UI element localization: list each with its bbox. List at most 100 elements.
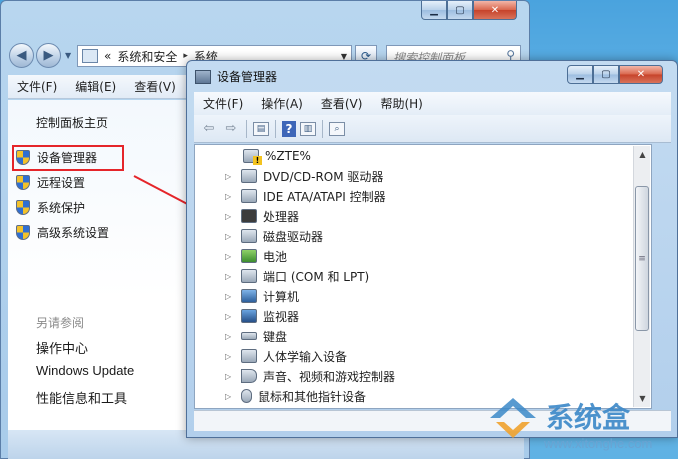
scrollbar-thumb[interactable]: ≡: [635, 186, 649, 331]
ide-controller-icon: [241, 189, 257, 203]
highlight-box: [12, 145, 124, 171]
task-remote-settings[interactable]: 远程设置: [16, 174, 85, 191]
expand-arrow-icon[interactable]: ▷: [225, 292, 235, 301]
watermark-url: www.xitonghe.com: [544, 436, 653, 451]
tree-item-label[interactable]: 处理器: [263, 208, 299, 225]
scan-hardware-icon[interactable]: ⌕: [329, 121, 345, 136]
minimize-button[interactable]: ▁: [567, 65, 593, 84]
menu-action[interactable]: 操作(A): [252, 95, 312, 112]
device-manager-icon: [195, 69, 211, 84]
tree-item-dvd[interactable]: ▷ DVD/CD-ROM 驱动器: [225, 167, 383, 185]
control-panel-home-link[interactable]: 控制面板主页: [36, 114, 108, 131]
tree-item-label[interactable]: 声音、视频和游戏控制器: [263, 368, 395, 385]
tree-item-monitor[interactable]: ▷ 监视器: [225, 307, 299, 325]
vertical-scrollbar[interactable]: ▲ ≡ ▼: [633, 146, 650, 407]
help-icon[interactable]: ?: [282, 120, 296, 137]
see-also-performance-tools[interactable]: 性能信息和工具: [36, 388, 127, 407]
tree-item-label[interactable]: 磁盘驱动器: [263, 228, 323, 245]
expand-arrow-icon[interactable]: ▷: [225, 192, 235, 201]
expand-arrow-icon[interactable]: ▷: [225, 212, 235, 221]
tree-item-label[interactable]: 键盘: [263, 328, 287, 345]
expand-arrow-icon[interactable]: ▷: [225, 352, 235, 361]
menu-file[interactable]: 文件(F): [194, 95, 252, 112]
tree-item-label[interactable]: IDE ATA/ATAPI 控制器: [263, 188, 386, 205]
scroll-up-icon[interactable]: ▲: [634, 146, 651, 163]
expand-arrow-icon[interactable]: ▷: [225, 312, 235, 321]
warning-device-icon: [243, 149, 262, 165]
close-button[interactable]: ✕: [619, 65, 663, 84]
tree-item-label[interactable]: 计算机: [263, 288, 299, 305]
back-arrow-icon[interactable]: ⇦: [200, 120, 218, 138]
task-label[interactable]: 远程设置: [37, 174, 85, 191]
see-also-windows-update[interactable]: Windows Update: [36, 363, 134, 378]
device-manager-toolbar: ⇦ ⇨ ▤ ? ▥ ⌕: [194, 115, 671, 143]
tree-item-sound[interactable]: ▷ 声音、视频和游戏控制器: [225, 367, 395, 385]
tree-item-label[interactable]: 人体学输入设备: [263, 348, 347, 365]
toolbar-separator: [246, 119, 247, 138]
port-icon: [241, 269, 257, 283]
close-button[interactable]: ✕: [473, 1, 517, 20]
task-label[interactable]: 系统保护: [37, 199, 85, 216]
device-manager-caption-buttons: ▁ ▢ ✕: [567, 65, 663, 85]
properties-icon[interactable]: ▥: [300, 121, 316, 136]
tree-item-mouse[interactable]: ▷ 鼠标和其他指针设备: [225, 387, 366, 405]
expand-arrow-icon[interactable]: ▷: [225, 272, 235, 281]
maximize-button[interactable]: ▢: [593, 65, 619, 84]
tree-item-zte[interactable]: %ZTE%: [243, 147, 311, 165]
breadcrumb-separator[interactable]: ▸: [183, 51, 188, 61]
expand-arrow-icon[interactable]: ▷: [225, 392, 235, 401]
sound-icon: [241, 369, 257, 383]
task-system-protection[interactable]: 系统保护: [16, 199, 85, 216]
expand-arrow-icon[interactable]: ▷: [225, 252, 235, 261]
menu-view[interactable]: 查看(V): [125, 78, 185, 95]
tree-item-label[interactable]: 端口 (COM 和 LPT): [263, 268, 369, 285]
menu-view[interactable]: 查看(V): [312, 95, 372, 112]
back-button[interactable]: ◀: [9, 43, 34, 68]
tree-item-processor[interactable]: ▷ 处理器: [225, 207, 299, 225]
hid-icon: [241, 349, 257, 363]
monitor-icon: [241, 309, 257, 323]
tree-item-label[interactable]: 电池: [263, 248, 287, 265]
dvd-drive-icon: [241, 169, 257, 183]
tree-item-ports[interactable]: ▷ 端口 (COM 和 LPT): [225, 267, 369, 285]
forward-button[interactable]: ▶: [36, 43, 61, 68]
maximize-button[interactable]: ▢: [447, 1, 473, 20]
see-also-heading: 另请参阅: [36, 316, 85, 330]
tree-item-ide[interactable]: ▷ IDE ATA/ATAPI 控制器: [225, 187, 386, 205]
tree-item-keyboard[interactable]: ▷ 键盘: [225, 327, 287, 345]
address-root-chevron[interactable]: «: [104, 49, 111, 63]
task-advanced-settings[interactable]: 高级系统设置: [16, 224, 109, 241]
tree-item-label[interactable]: DVD/CD-ROM 驱动器: [263, 168, 383, 185]
tree-item-battery[interactable]: ▷ 电池: [225, 247, 287, 265]
task-label[interactable]: 高级系统设置: [37, 224, 109, 241]
menu-edit[interactable]: 编辑(E): [66, 78, 125, 95]
expand-arrow-icon[interactable]: ▷: [225, 172, 235, 181]
see-also-action-center[interactable]: 操作中心: [36, 338, 88, 357]
uac-shield-icon: [16, 225, 30, 240]
control-panel-icon: [82, 49, 98, 63]
control-panel-caption-buttons: ▁ ▢ ✕: [421, 1, 517, 21]
forward-arrow-icon[interactable]: ⇨: [222, 120, 240, 138]
tree-item-label[interactable]: 鼠标和其他指针设备: [258, 388, 366, 405]
battery-icon: [241, 249, 257, 263]
expand-arrow-icon[interactable]: ▷: [225, 372, 235, 381]
watermark-brand: 系统盒: [546, 401, 631, 434]
menu-help[interactable]: 帮助(H): [371, 95, 431, 112]
expand-arrow-icon[interactable]: ▷: [225, 232, 235, 241]
show-hide-tree-icon[interactable]: ▤: [253, 121, 269, 136]
watermark-logo-icon: [490, 398, 536, 438]
minimize-button[interactable]: ▁: [421, 1, 447, 20]
expand-arrow-icon[interactable]: ▷: [225, 332, 235, 341]
breadcrumb-system-security[interactable]: 系统和安全: [117, 48, 177, 65]
tree-item-computer[interactable]: ▷ 计算机: [225, 287, 299, 305]
tree-item-label[interactable]: %ZTE%: [265, 149, 311, 163]
tree-item-hid[interactable]: ▷ 人体学输入设备: [225, 347, 347, 365]
uac-shield-icon: [16, 200, 30, 215]
device-tree[interactable]: %ZTE% ▷ DVD/CD-ROM 驱动器 ▷ IDE ATA/ATAPI 控…: [194, 144, 652, 409]
keyboard-icon: [241, 332, 257, 340]
menu-file[interactable]: 文件(F): [8, 78, 66, 95]
tree-item-label[interactable]: 监视器: [263, 308, 299, 325]
processor-icon: [241, 209, 257, 223]
recent-pages-dropdown[interactable]: ▼: [65, 51, 71, 60]
tree-item-disk[interactable]: ▷ 磁盘驱动器: [225, 227, 323, 245]
